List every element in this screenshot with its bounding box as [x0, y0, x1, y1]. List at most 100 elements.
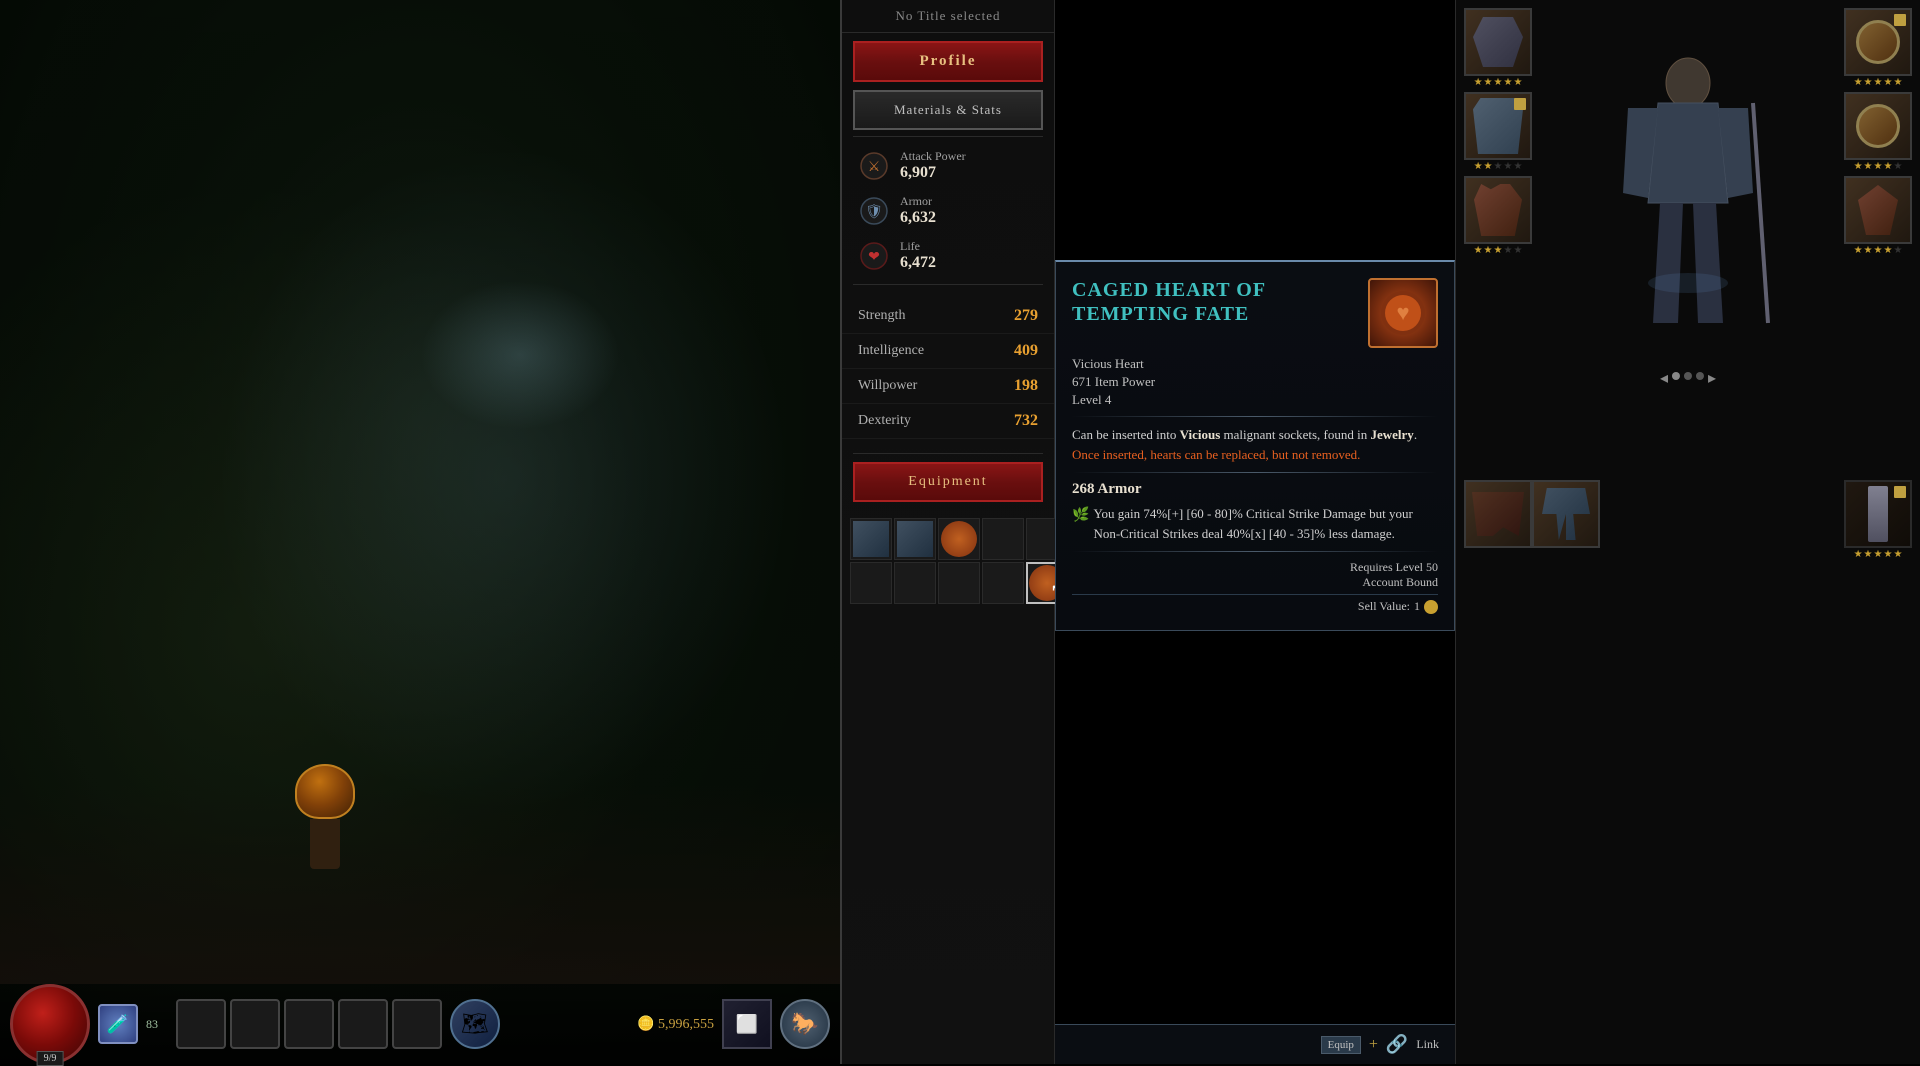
- ring2-slot-wrap: ★ ★ ★ ★ ★: [1844, 92, 1912, 172]
- skill-slots: [176, 999, 442, 1049]
- dexterity-label: Dexterity: [858, 413, 911, 429]
- armor-label: Armor: [900, 194, 1038, 209]
- requires-level: Requires Level 50: [1072, 560, 1438, 575]
- desc-part1: Can be inserted into: [1072, 427, 1180, 442]
- inv-slot-7[interactable]: [938, 562, 980, 604]
- sell-value-num: 1: [1414, 599, 1420, 614]
- boots-slot[interactable]: [1464, 480, 1532, 548]
- helm-icon: [1473, 17, 1523, 67]
- desc-warning: Once inserted, hearts can be replaced, b…: [1072, 447, 1360, 462]
- armor-row: 🛡 Armor 6,632: [842, 188, 1054, 233]
- right-equipment-panel: ★ ★ ★ ★ ★ ★ ★ ★ ★ ★: [1455, 0, 1920, 1064]
- gold-coin-icon: [1424, 600, 1438, 614]
- tooltip-divider-3: [1072, 551, 1438, 552]
- inv-item-armor-1: [897, 521, 933, 557]
- game-world: [0, 0, 840, 1064]
- offhand-badge: [1894, 486, 1906, 498]
- svg-text:⚔: ⚔: [868, 160, 881, 175]
- desc-part3: .: [1414, 427, 1417, 442]
- offhand-slot[interactable]: [1844, 480, 1912, 548]
- sell-label: Sell Value:: [1358, 599, 1410, 614]
- mount-button[interactable]: 🐎: [780, 999, 830, 1049]
- link-label[interactable]: Link: [1416, 1037, 1439, 1052]
- item-title: Caged Heart of Tempting Fate: [1072, 278, 1352, 326]
- armor-info: Armor 6,632: [900, 194, 1038, 227]
- materials-stats-button[interactable]: Materials & Stats: [853, 90, 1044, 130]
- ring2-icon: [1856, 104, 1900, 148]
- equip-key: Equip: [1321, 1036, 1361, 1054]
- chest-slot[interactable]: [1464, 92, 1532, 160]
- helm-slot-wrap: ★ ★ ★ ★ ★: [1464, 8, 1532, 88]
- inv-slot-8[interactable]: [982, 562, 1024, 604]
- gold-coin-icon: 🪙: [637, 1017, 654, 1032]
- stats-panel: No Title selected Profile Materials & St…: [840, 0, 1055, 1064]
- attack-power-value: 6,907: [900, 164, 1038, 182]
- gloves-slot[interactable]: [1464, 176, 1532, 244]
- helm-slot[interactable]: [1464, 8, 1532, 76]
- skill-slot-4[interactable]: [338, 999, 388, 1049]
- bottom-equip-row: ★ ★ ★ ★ ★: [1456, 476, 1920, 564]
- plus-icon: +: [1369, 1036, 1378, 1054]
- ring1-badge: [1894, 14, 1906, 26]
- sell-value-row: Sell Value: 1: [1072, 594, 1438, 614]
- chest-slot-wrap: ★ ★ ★ ★ ★: [1464, 92, 1532, 172]
- inv-slot-1[interactable]: [894, 518, 936, 560]
- inventory-button[interactable]: ⬜: [722, 999, 772, 1049]
- offhand-stars: ★ ★ ★ ★ ★: [1844, 549, 1912, 560]
- profile-button[interactable]: Profile: [853, 41, 1044, 82]
- inv-slot-2[interactable]: [938, 518, 980, 560]
- right-arrow-icon[interactable]: ▸: [1708, 368, 1716, 388]
- inv-slot-3[interactable]: [982, 518, 1024, 560]
- equip-col-right: ★ ★ ★ ★ ★ ★ ★ ★ ★ ★: [1844, 8, 1912, 256]
- amulet-slot[interactable]: [1844, 176, 1912, 244]
- item-tooltip: Caged Heart of Tempting Fate ♥ Vicious H…: [1055, 260, 1455, 631]
- gloves-stars: ★ ★ ★ ★ ★: [1464, 245, 1532, 256]
- svg-text:🛡: 🛡: [865, 204, 883, 220]
- ring1-slot-wrap: ★ ★ ★ ★ ★: [1844, 8, 1912, 88]
- attack-power-label: Attack Power: [900, 149, 1038, 164]
- map-button[interactable]: 🗺: [450, 999, 500, 1049]
- desc-part2: malignant sockets, found in: [1220, 427, 1370, 442]
- life-info: Life 6,472: [900, 239, 1038, 272]
- nav-dot-1: [1672, 372, 1680, 380]
- potion-icon[interactable]: 🧪: [98, 1004, 138, 1044]
- inv-slot-6[interactable]: [894, 562, 936, 604]
- top-equip-row: ★ ★ ★ ★ ★ ★ ★ ★ ★ ★: [1456, 0, 1920, 396]
- chest-badge: [1514, 98, 1526, 110]
- amulet-icon: [1858, 185, 1898, 235]
- inv-slot-5[interactable]: [850, 562, 892, 604]
- item-power: 671 Item Power: [1072, 374, 1438, 390]
- char-nav-dots: ◂ ▸: [1660, 368, 1716, 388]
- item-subtitle: Vicious Heart: [1072, 356, 1438, 372]
- attack-power-row: ⚔ Attack Power 6,907: [842, 143, 1054, 188]
- armor-icon: 🛡: [858, 195, 890, 227]
- intelligence-row: Intelligence 409: [842, 334, 1054, 369]
- ring1-slot[interactable]: [1844, 8, 1912, 76]
- bottom-hud: 9/9 🧪 83 🗺 🪙 5,996,555 ⬜ 🐎: [0, 984, 840, 1064]
- no-title-display: No Title selected: [842, 0, 1054, 33]
- stat-divider-1: [853, 136, 1044, 137]
- inv-slot-0[interactable]: [850, 518, 892, 560]
- tooltip-header: Caged Heart of Tempting Fate ♥: [1072, 278, 1438, 348]
- ring2-slot[interactable]: [1844, 92, 1912, 160]
- nav-dot-3: [1696, 372, 1704, 380]
- item-icon: ♥: [1368, 278, 1438, 348]
- stat-text: You gain 74%[+] [60 - 80]% Critical Stri…: [1093, 504, 1438, 543]
- attack-power-info: Attack Power 6,907: [900, 149, 1038, 182]
- skill-slot-5[interactable]: [392, 999, 442, 1049]
- life-label: Life: [900, 239, 1038, 254]
- skill-slot-2[interactable]: [230, 999, 280, 1049]
- gloves-icon: [1474, 184, 1522, 236]
- ring1-icon: [1856, 20, 1900, 64]
- left-arrow-icon[interactable]: ◂: [1660, 368, 1668, 388]
- dexterity-value: 732: [1014, 412, 1038, 430]
- life-value: 6,472: [900, 254, 1038, 272]
- pants-slot[interactable]: [1532, 480, 1600, 548]
- skill-slot-1[interactable]: [176, 999, 226, 1049]
- tooltip-divider-2: [1072, 472, 1438, 473]
- monster-left: [285, 764, 365, 864]
- intelligence-label: Intelligence: [858, 343, 924, 359]
- equipment-tab-button[interactable]: Equipment: [853, 462, 1044, 502]
- skill-slot-3[interactable]: [284, 999, 334, 1049]
- inv-item-heart-0: [941, 521, 977, 557]
